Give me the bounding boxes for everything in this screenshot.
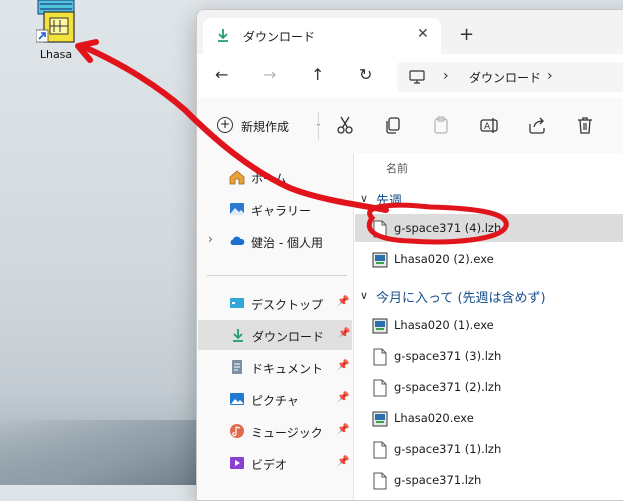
breadcrumb-downloads[interactable]: ダウンロード [469, 69, 541, 86]
svg-text:A: A [484, 122, 491, 132]
command-bar: + 新規作成 ⌄ A [197, 98, 623, 154]
file-row[interactable]: g-space371 (4).lzh [355, 214, 623, 242]
pin-icon[interactable]: 📌 [337, 456, 349, 467]
file-icon [372, 348, 388, 366]
sidebar-item-label: デスクトップ [251, 298, 324, 312]
download-icon [230, 327, 246, 343]
chevron-right-icon[interactable]: › [208, 232, 213, 246]
file-list: 名前 ∨ 先週 g-space371 (4).lzh Lhasa020 (2).… [354, 153, 623, 500]
onedrive-icon [229, 233, 245, 249]
home-icon [229, 169, 245, 185]
pin-icon[interactable]: 📌 [338, 328, 350, 339]
file-row[interactable]: Lhasa020 (1).exe [364, 311, 623, 339]
paste-icon[interactable] [431, 115, 451, 135]
exe-icon [372, 410, 388, 428]
file-name: Lhasa020.exe [394, 411, 474, 425]
desktop-background-shadow [0, 420, 200, 485]
file-name: g-space371 (1).lzh [394, 442, 502, 456]
toolbar-divider [318, 112, 319, 140]
desktop-icon-label: Lhasa [39, 48, 73, 61]
new-tab-button[interactable]: + [459, 26, 474, 44]
sidebar-item-downloads[interactable]: ダウンロード 📌 [198, 320, 352, 350]
group-label: 先週 [376, 194, 403, 209]
breadcrumb-separator: › [443, 68, 449, 84]
sidebar-item-documents[interactable]: ドキュメント 📌 [197, 352, 353, 382]
download-icon [215, 27, 231, 46]
pin-icon[interactable]: 📌 [337, 296, 349, 307]
sidebar-item-label: ダウンロード [252, 330, 325, 344]
navigation-bar: ← → ↑ ↻ › ダウンロード › [197, 54, 623, 98]
sidebar-item-label: ドキュメント [251, 362, 324, 376]
copy-icon[interactable] [383, 115, 403, 135]
sidebar-item-home[interactable]: ホーム [197, 162, 353, 192]
videos-icon [229, 455, 245, 471]
navigation-pane: ホーム ギャラリー › 健治 - 個人用 デスクトップ 📌 ダウンロード 📌 ド… [197, 153, 354, 500]
group-label: 今月に入って (先週は含めず) [376, 291, 546, 306]
file-name: g-space371 (4).lzh [394, 221, 502, 235]
music-icon [229, 423, 245, 439]
file-row[interactable]: Lhasa020 (2).exe [364, 245, 623, 273]
file-row[interactable]: g-space371.lzh [364, 466, 623, 494]
sidebar-item-label: ホーム [251, 172, 287, 186]
column-header-name[interactable]: 名前 [386, 160, 408, 176]
up-button[interactable]: ↑ [311, 65, 324, 85]
file-row[interactable]: Lhasa020.exe [364, 404, 623, 432]
sidebar-item-onedrive[interactable]: › 健治 - 個人用 [197, 226, 353, 256]
lhasa-icon [35, 0, 78, 44]
delete-icon[interactable] [575, 115, 595, 135]
chevron-down-icon: ∨ [360, 289, 369, 302]
gallery-icon [229, 201, 245, 217]
cut-icon[interactable] [335, 115, 355, 135]
sidebar-divider [207, 275, 347, 276]
desktop-icon [229, 295, 245, 311]
sidebar-item-gallery[interactable]: ギャラリー [197, 194, 353, 224]
tab-title: ダウンロード [243, 30, 316, 44]
file-row[interactable]: g-space371 (2).lzh [364, 373, 623, 401]
forward-button[interactable]: → [263, 65, 276, 85]
rename-icon[interactable]: A [479, 115, 499, 135]
file-row[interactable]: g-space371 (1).lzh [364, 435, 623, 463]
file-icon [372, 441, 388, 459]
exe-icon [372, 251, 388, 269]
sidebar-item-label: ビデオ [251, 458, 288, 472]
sidebar-item-label: ピクチャ [251, 394, 299, 408]
explorer-window: ダウンロード ✕ + ← → ↑ ↻ › ダウンロード › + 新規作成 ⌄ [196, 9, 623, 501]
address-bar[interactable]: › ダウンロード › [397, 62, 623, 92]
file-name: g-space371 (2).lzh [394, 380, 502, 394]
share-icon[interactable] [527, 115, 547, 135]
file-icon [372, 379, 388, 397]
breadcrumb-separator: › [547, 68, 553, 84]
back-button[interactable]: ← [215, 65, 228, 85]
sidebar-item-label: ミュージック [251, 426, 323, 440]
documents-icon [229, 359, 245, 375]
tab-bar: ダウンロード ✕ + [197, 10, 623, 54]
this-pc-icon [409, 69, 425, 88]
file-icon [372, 472, 388, 490]
tab-downloads[interactable]: ダウンロード ✕ [203, 18, 441, 54]
pictures-icon [229, 391, 245, 407]
chevron-down-icon: ∨ [360, 192, 369, 205]
tab-close-button[interactable]: ✕ [417, 26, 429, 42]
file-row[interactable]: g-space371 (3).lzh [364, 342, 623, 370]
sidebar-item-pictures[interactable]: ピクチャ 📌 [197, 384, 353, 414]
lhasa-desktop-shortcut[interactable]: Lhasa [30, 0, 82, 66]
new-button-label: 新規作成 [241, 120, 290, 134]
refresh-button[interactable]: ↻ [359, 65, 372, 85]
file-name: Lhasa020 (2).exe [394, 252, 494, 266]
sidebar-item-label: ギャラリー [251, 204, 312, 218]
exe-icon [372, 317, 388, 335]
sidebar-item-label: 健治 - 個人用 [251, 236, 323, 250]
plus-icon: + [217, 117, 233, 133]
sidebar-item-desktop[interactable]: デスクトップ 📌 [197, 288, 353, 318]
sidebar-item-music[interactable]: ミュージック 📌 [197, 416, 353, 446]
pin-icon[interactable]: 📌 [337, 424, 349, 435]
sidebar-item-videos[interactable]: ビデオ 📌 [197, 448, 353, 478]
file-icon [372, 220, 388, 238]
file-name: Lhasa020 (1).exe [394, 318, 494, 332]
pin-icon[interactable]: 📌 [337, 360, 349, 371]
pin-icon[interactable]: 📌 [337, 392, 349, 403]
file-name: g-space371 (3).lzh [394, 349, 502, 363]
